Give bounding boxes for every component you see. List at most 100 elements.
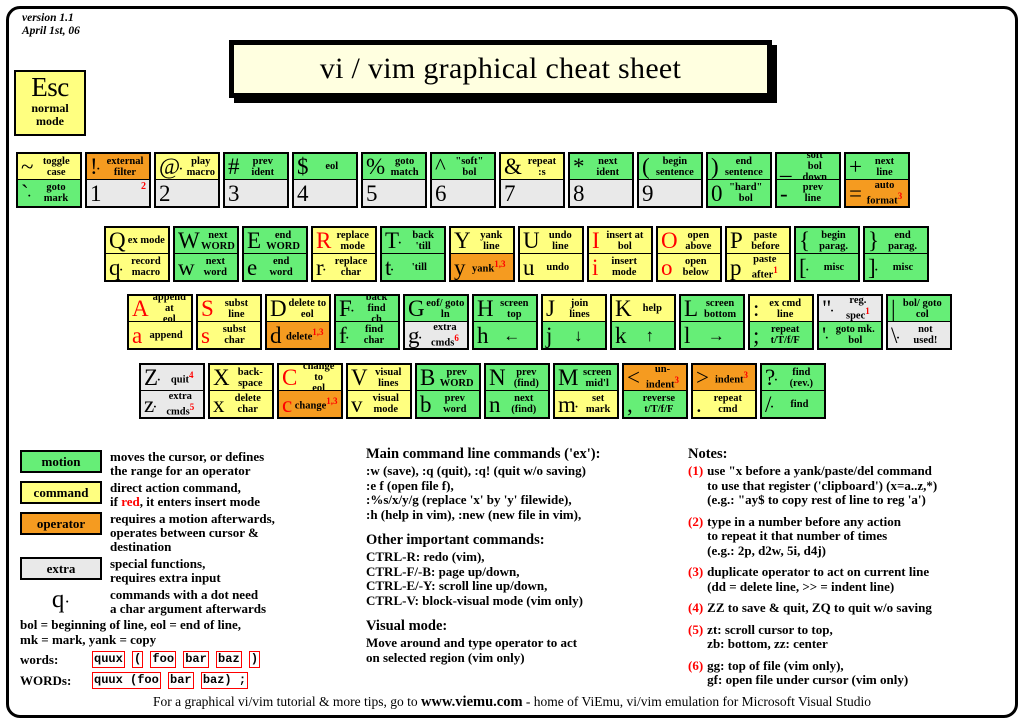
keyboard-key[interactable]: _ "soft" bol down - prev line [775, 152, 841, 208]
key-glyph: 8 [573, 180, 584, 206]
keyboard-key[interactable]: Bprev WORD b prev word [415, 363, 481, 419]
keyboard-key[interactable]: Cchange to eol c change1,3 [277, 363, 343, 419]
key-glyph: C [282, 365, 297, 390]
keyboard-key[interactable]: Eend WORD e end word [242, 226, 308, 282]
keyboard-key[interactable]: T · back'till t ·'till [380, 226, 446, 282]
key-half-top: Yyank line [451, 228, 513, 254]
text-line: :w (save), :q (quit), :q! (quit w/o savi… [366, 463, 586, 478]
key-half-top: Lscreen bottom [681, 296, 743, 322]
key-half-top: } end parag. [865, 228, 927, 254]
keyboard-key[interactable]: Iinsert at bol i insert mode [587, 226, 653, 282]
keyboard-key[interactable]: & repeat:s 7 [499, 152, 565, 208]
key-half-bottom: 6 [432, 180, 494, 206]
esc-key-glyph: Esc [31, 72, 69, 102]
definitions-line-2: mk = mark, yank = copy [20, 632, 157, 647]
keyboard-key[interactable]: (begin sentence 9 [637, 152, 703, 208]
word-token-box: bar [183, 651, 209, 668]
keyboard-key[interactable]: } end parag.] · misc [863, 226, 929, 282]
keyboard-key[interactable]: ) end sentence 0 "hard" bol [706, 152, 772, 208]
keyboard-key[interactable]: @ · play macro 2 [154, 152, 220, 208]
key-glyph: E [247, 228, 261, 253]
keyboard-key[interactable]: Wnext WORD w next word [173, 226, 239, 282]
keyboard-key[interactable]: " · reg. spec1 ' · goto mk. bol [817, 294, 883, 350]
key-half-bottom: w next word [175, 254, 237, 280]
key-footnote-ref: 5 [189, 401, 195, 412]
keyboard-key[interactable]: ~ toggle case ` · goto mark [16, 152, 82, 208]
note-number: (5) [688, 621, 704, 637]
keyboard-key[interactable]: ! · external filter 1 2 [85, 152, 151, 208]
key-label: bol/ goto col [902, 297, 942, 320]
key-glyph: U [523, 228, 540, 253]
keyboard-key[interactable]: Yyank line y yank1,3 [449, 226, 515, 282]
key-label: set mark [585, 393, 611, 415]
key-glyph: s [201, 322, 210, 348]
key-half-bottom: g · extra cmds6 [405, 322, 467, 348]
keyboard-key[interactable]: Geof/ goto ln g · extra cmds6 [403, 294, 469, 350]
keyboard-key[interactable]: Z · quit4 z · extra cmds5 [139, 363, 205, 419]
note-number: (2) [688, 513, 704, 529]
keyboard-key[interactable]: F · "back" find ch f · find char [334, 294, 400, 350]
key-label: subst line [224, 297, 249, 320]
keyboard-key[interactable]: Xback-space x delete char [208, 363, 274, 419]
key-half-bottom: 0 "hard" bol [708, 180, 770, 206]
keyboard-key[interactable]: ^ "soft" bol 6 [430, 152, 496, 208]
key-half-bottom: / · find [762, 391, 824, 417]
key-label: help [642, 303, 662, 314]
keyboard-key[interactable]: Ssubst line s subst char [196, 294, 262, 350]
key-glyph: T [385, 228, 399, 253]
keyboard-key[interactable]: Vvisual lines v visual mode [346, 363, 412, 419]
key-label: visual mode [372, 393, 399, 415]
keyboard-key[interactable]: : ex cmd line; repeat t/T/f/F [748, 294, 814, 350]
key-half-top: > indent3 [693, 365, 755, 391]
keyboard-key[interactable]: Rreplace mode r · replace char [311, 226, 377, 282]
key-glyph: q [109, 254, 120, 280]
key-label: delete char [234, 393, 261, 415]
keyboard-key[interactable]: * next ident 8 [568, 152, 634, 208]
wordsbig-example-row: WORDs: quux (foo bar baz) ; [20, 672, 370, 689]
key-label: change to eol [302, 365, 335, 391]
key-label: yank1,3 [472, 259, 506, 275]
keyboard-key[interactable]: Qex mode q · record macro [104, 226, 170, 282]
keyboard-key[interactable]: Ddelete to eol d delete1,3 [265, 294, 331, 350]
key-label: yank line [480, 229, 503, 252]
keyboard-key[interactable]: Uundo line u undo [518, 226, 584, 282]
key-half-bottom: b prev word [417, 391, 479, 417]
key-label: goto match [390, 155, 419, 178]
keyboard-key[interactable]: + next line = auto format3 [844, 152, 910, 208]
text-line: :e f (open file f), [366, 477, 454, 493]
keyboard-key[interactable]: Lscreen bottom l → [679, 294, 745, 350]
keyboard-key[interactable]: Ppaste before p paste after1 [725, 226, 791, 282]
keyboard-key[interactable]: Oopen above o open below [656, 226, 722, 282]
keyboard-key[interactable]: % goto match 5 [361, 152, 427, 208]
esc-key[interactable]: Esc normal mode [14, 70, 86, 136]
word-token-box: baz [216, 651, 242, 668]
legend-description: moves the cursor, or defines the range fo… [110, 449, 265, 478]
keyboard-key[interactable]: # prev ident 3 [223, 152, 289, 208]
key-half-top: F · "back" find ch [336, 296, 398, 322]
key-glyph: R [316, 228, 331, 253]
keyboard-key[interactable]: Mscreen mid'l m · set mark [553, 363, 619, 419]
keyboard-key[interactable]: $ eol 4 [292, 152, 358, 208]
key-label: screen mid'l [583, 366, 612, 389]
key-footnote-ref: 1 [773, 264, 778, 275]
key-half-bottom: f · find char [336, 322, 398, 348]
keyboard-key[interactable]: < un-indent3, reverse t/T/f/F [622, 363, 688, 419]
key-half-top: ~ toggle case [18, 154, 80, 180]
key-label: 'till [411, 261, 427, 273]
keyboard-key[interactable]: ? · find (rev.) / · find [760, 363, 826, 419]
keyboard-key[interactable]: Nprev (find) n next (find) [484, 363, 550, 419]
note-text: use "x before a yank/paste/del command to… [707, 463, 938, 507]
key-half-top: Qex mode [106, 228, 168, 254]
key-glyph: c [282, 391, 292, 417]
keyboard-key[interactable]: > indent3. repeat cmd [691, 363, 757, 419]
key-label: reg. spec1 [845, 296, 870, 322]
keyboard-key[interactable]: {begin parag.[· misc [794, 226, 860, 282]
keyboard-key[interactable]: | bol/ goto col \ · not used! [886, 294, 952, 350]
key-label: change1,3 [294, 396, 338, 412]
key-half-top: Khelp [612, 296, 674, 322]
keyboard-key[interactable]: Hscreen top h ← [472, 294, 538, 350]
footer-site-link[interactable]: www.viemu.com [421, 694, 523, 710]
keyboard-key[interactable]: Aappend at eol a append [127, 294, 193, 350]
keyboard-key[interactable]: Khelp k ↑ [610, 294, 676, 350]
keyboard-key[interactable]: Jjoin lines j ↓ [541, 294, 607, 350]
